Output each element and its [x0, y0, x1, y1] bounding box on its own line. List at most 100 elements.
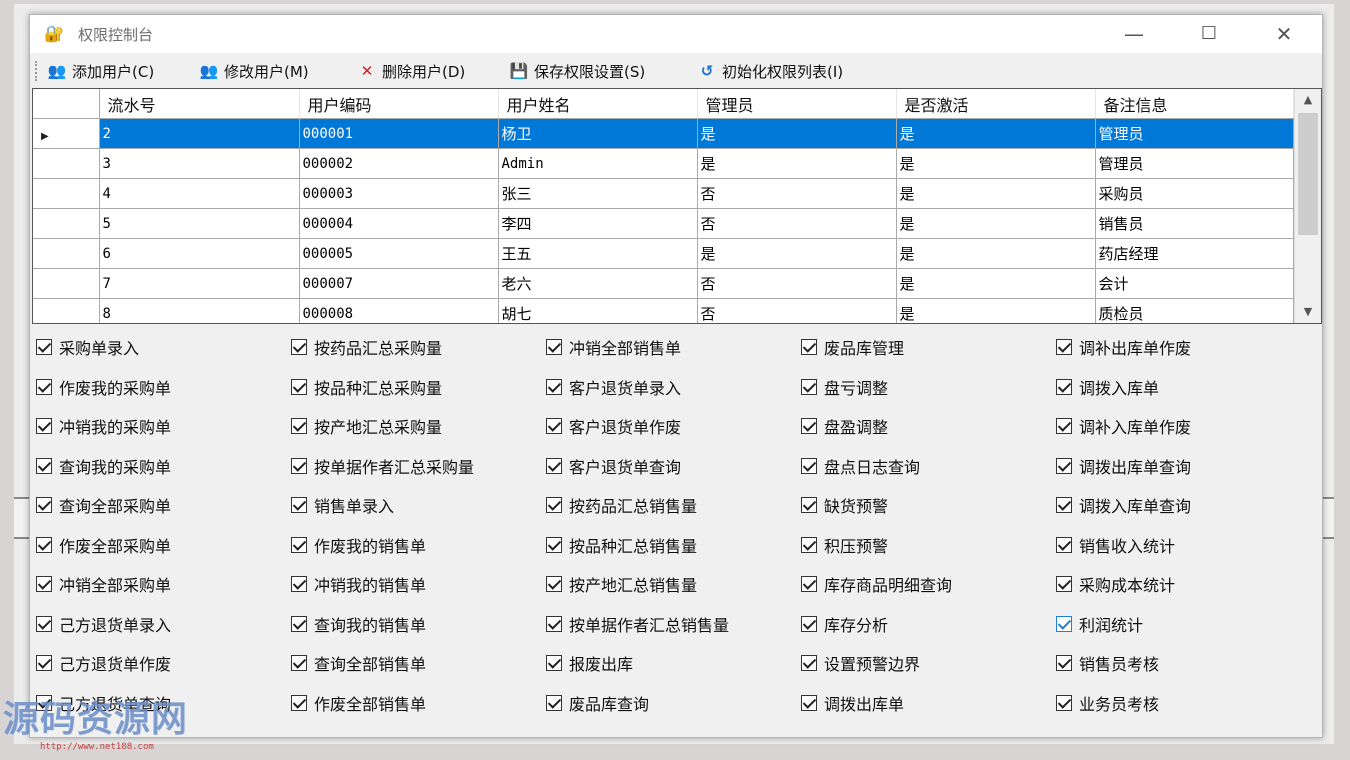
table-cell[interactable]: 是	[896, 268, 1096, 299]
permission-checkbox[interactable]: 作废我的销售单	[291, 533, 426, 557]
permission-checkbox[interactable]: 销售收入统计	[1056, 533, 1175, 557]
permission-checkbox[interactable]: 废品库查询	[546, 691, 649, 715]
permission-checkbox[interactable]: 调补入库单作废	[1056, 414, 1191, 438]
permission-checkbox[interactable]: 业务员考核	[1056, 691, 1159, 715]
table-cell[interactable]: 是	[697, 238, 897, 269]
checkbox-checked-icon[interactable]	[546, 615, 562, 632]
table-cell[interactable]: 销售员	[1095, 208, 1294, 239]
table-cell[interactable]: Admin	[498, 148, 698, 179]
permission-checkbox[interactable]: 缺货预警	[801, 493, 888, 517]
table-row[interactable]: 3 000002 Admin 是是管理员	[33, 148, 1294, 179]
checkbox-checked-icon[interactable]	[801, 576, 817, 592]
checkbox-checked-icon[interactable]	[1056, 655, 1072, 671]
checkbox-checked-icon[interactable]	[546, 576, 562, 592]
table-cell[interactable]: 否	[697, 298, 897, 323]
delete-user-button[interactable]: ✕ 删除用户(D)	[356, 59, 466, 83]
table-cell[interactable]: 是	[896, 178, 1096, 209]
permission-checkbox[interactable]: 客户退货单作废	[546, 414, 681, 438]
checkbox-checked-icon[interactable]	[1056, 615, 1072, 632]
checkbox-checked-icon[interactable]	[36, 378, 52, 395]
checkbox-checked-icon[interactable]	[36, 655, 52, 671]
minimize-button[interactable]: —	[1112, 19, 1156, 49]
permission-checkbox[interactable]: 按品种汇总采购量	[291, 375, 442, 399]
permission-checkbox[interactable]: 按药品汇总采购量	[291, 335, 442, 359]
checkbox-checked-icon[interactable]	[801, 378, 817, 395]
permission-checkbox[interactable]: 调拨出库单	[801, 691, 904, 715]
checkbox-checked-icon[interactable]	[546, 418, 562, 434]
table-cell[interactable]: 张三	[498, 178, 698, 209]
checkbox-checked-icon[interactable]	[1056, 536, 1072, 553]
permission-checkbox[interactable]: 冲销我的销售单	[291, 572, 426, 596]
table-cell[interactable]: 5	[99, 208, 300, 239]
table-cell[interactable]: 质检员	[1095, 298, 1294, 323]
permission-checkbox[interactable]: 设置预警边界	[801, 651, 920, 675]
permission-checkbox[interactable]: 按产地汇总采购量	[291, 414, 442, 438]
permission-checkbox[interactable]: 采购成本统计	[1056, 572, 1175, 596]
column-header[interactable]: 备注信息	[1095, 89, 1294, 119]
permission-checkbox[interactable]: 销售员考核	[1056, 651, 1159, 675]
table-cell[interactable]: 否	[697, 208, 897, 239]
table-cell[interactable]: 胡七	[498, 298, 698, 323]
checkbox-checked-icon[interactable]	[801, 457, 817, 474]
table-row[interactable]: 6 000005 王五是是药店经理	[33, 238, 1294, 269]
permission-checkbox[interactable]: 按药品汇总销售量	[546, 493, 697, 517]
table-cell[interactable]: 是	[697, 118, 897, 149]
permission-checkbox[interactable]: 按单据作者汇总采购量	[291, 454, 474, 478]
table-row[interactable]: 7 000007 老六否是会计	[33, 268, 1294, 299]
checkbox-checked-icon[interactable]	[546, 378, 562, 395]
permission-checkbox[interactable]: 冲销我的采购单	[36, 414, 171, 438]
table-cell[interactable]: 6	[99, 238, 300, 269]
table-cell[interactable]: 是	[896, 118, 1096, 149]
checkbox-checked-icon[interactable]	[36, 457, 52, 474]
checkbox-checked-icon[interactable]	[36, 615, 52, 632]
permission-checkbox[interactable]: 调拨出库单查询	[1056, 454, 1191, 478]
table-cell[interactable]: 管理员	[1095, 118, 1294, 149]
toolbar-grip[interactable]	[35, 61, 40, 81]
permission-checkbox[interactable]: 作废我的采购单	[36, 375, 171, 399]
checkbox-checked-icon[interactable]	[801, 694, 817, 711]
table-cell[interactable]: 3	[99, 148, 300, 179]
table-cell[interactable]: 否	[697, 178, 897, 209]
table-cell[interactable]: 是	[896, 298, 1096, 323]
permission-checkbox[interactable]: 查询全部销售单	[291, 651, 426, 675]
scroll-up-icon[interactable]: ▲	[1295, 89, 1321, 111]
permission-checkbox[interactable]: 调拨入库单查询	[1056, 493, 1191, 517]
checkbox-checked-icon[interactable]	[36, 536, 52, 553]
table-cell[interactable]: 药店经理	[1095, 238, 1294, 269]
column-header[interactable]: 用户姓名	[498, 89, 698, 119]
users-grid[interactable]: 流水号 用户编码 用户姓名 管理员 是否激活 备注信息 ▶ 2 000001 杨卫是是…	[32, 88, 1322, 324]
permission-checkbox[interactable]: 查询我的采购单	[36, 454, 171, 478]
checkbox-checked-icon[interactable]	[801, 536, 817, 553]
table-cell[interactable]: 000001	[299, 118, 499, 149]
checkbox-checked-icon[interactable]	[546, 655, 562, 671]
add-user-button[interactable]: 👥 添加用户(C)	[46, 59, 155, 83]
permission-checkbox[interactable]: 己方退货单作废	[36, 651, 171, 675]
close-button[interactable]: ✕	[1262, 19, 1306, 49]
checkbox-checked-icon[interactable]	[291, 378, 307, 395]
table-row[interactable]: 4 000003 张三否是采购员	[33, 178, 1294, 209]
permission-checkbox[interactable]: 查询全部采购单	[36, 493, 171, 517]
permission-checkbox[interactable]: 报废出库	[546, 651, 633, 675]
checkbox-checked-icon[interactable]	[36, 576, 52, 592]
permission-checkbox[interactable]: 调拨入库单	[1056, 375, 1159, 399]
table-cell[interactable]: 000002	[299, 148, 499, 179]
table-cell[interactable]: 管理员	[1095, 148, 1294, 179]
column-header[interactable]: 用户编码	[299, 89, 499, 119]
row-header[interactable]	[33, 268, 100, 299]
checkbox-checked-icon[interactable]	[1056, 339, 1072, 355]
checkbox-checked-icon[interactable]	[291, 497, 307, 513]
row-header[interactable]: ▶	[33, 118, 100, 149]
permission-checkbox[interactable]: 盘点日志查询	[801, 454, 920, 478]
checkbox-checked-icon[interactable]	[291, 615, 307, 632]
checkbox-checked-icon[interactable]	[1056, 576, 1072, 592]
vertical-scrollbar[interactable]: ▲ ▼	[1294, 89, 1321, 323]
permission-checkbox[interactable]: 冲销全部销售单	[546, 335, 681, 359]
permission-checkbox[interactable]: 采购单录入	[36, 335, 139, 359]
table-cell[interactable]: 李四	[498, 208, 698, 239]
table-row[interactable]: ▶ 2 000001 杨卫是是管理员	[33, 118, 1294, 149]
table-cell[interactable]: 是	[896, 208, 1096, 239]
table-cell[interactable]: 2	[99, 118, 300, 149]
permission-checkbox[interactable]: 客户退货单录入	[546, 375, 681, 399]
permission-checkbox[interactable]: 按品种汇总销售量	[546, 533, 697, 557]
scroll-down-icon[interactable]: ▼	[1295, 301, 1321, 323]
